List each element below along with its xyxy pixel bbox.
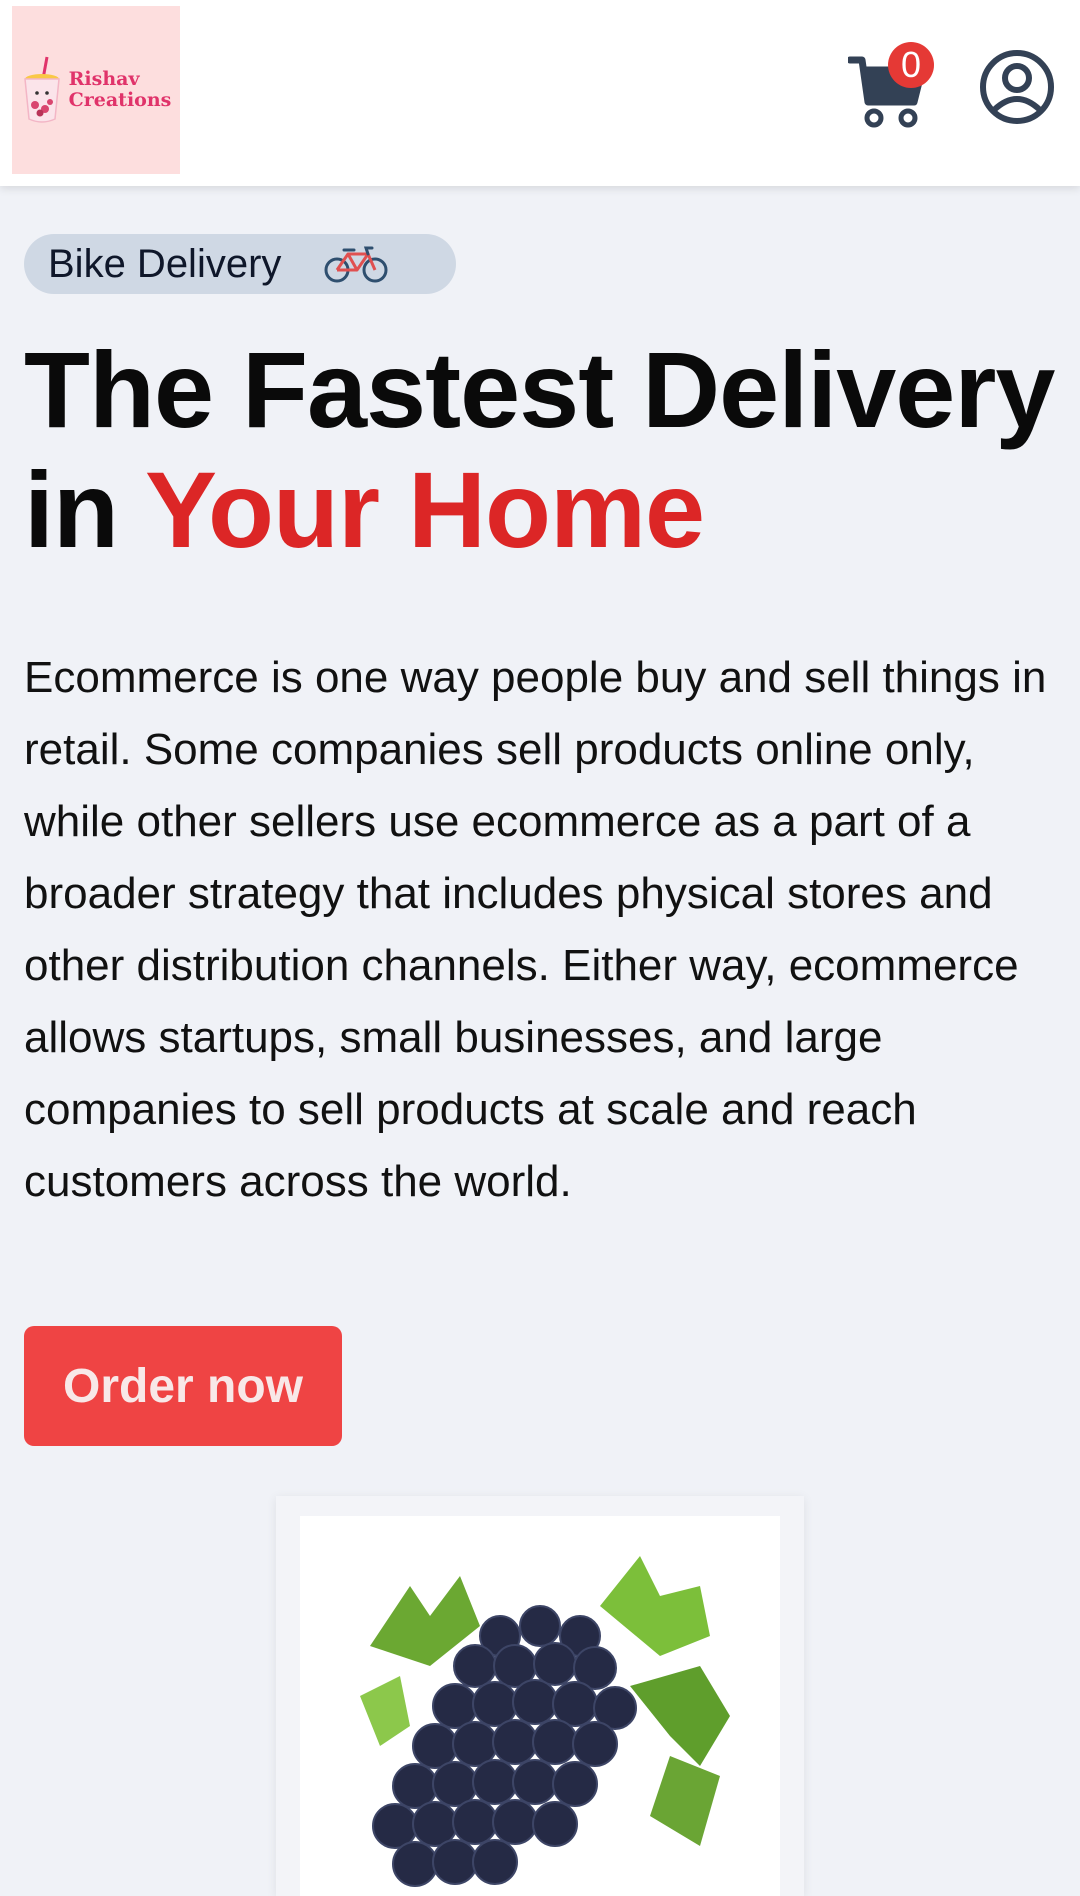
hero-title: The Fastest Delivery in Your Home bbox=[24, 330, 1064, 570]
bubble-tea-cup-icon bbox=[23, 56, 60, 123]
product-image bbox=[300, 1516, 780, 1896]
order-now-button[interactable]: Order now bbox=[24, 1326, 342, 1446]
brand-logo[interactable]: Rishav Creations bbox=[12, 6, 180, 174]
product-card[interactable] bbox=[276, 1496, 804, 1896]
top-header: Rishav Creations 0 bbox=[0, 0, 1080, 186]
delivery-badge-label: Bike Delivery bbox=[48, 241, 282, 286]
user-circle-icon bbox=[980, 50, 1054, 124]
hero-title-accent: Your Home bbox=[145, 449, 705, 570]
cart-button[interactable]: 0 bbox=[848, 42, 940, 130]
cart-count-badge: 0 bbox=[888, 42, 934, 88]
brand-name-line1: Rishav bbox=[68, 68, 140, 90]
delivery-badge: Bike Delivery bbox=[24, 234, 456, 294]
brand-name-line2: Creations bbox=[68, 89, 172, 111]
brand-name: Rishav Creations bbox=[69, 69, 172, 111]
profile-button[interactable] bbox=[978, 48, 1056, 126]
grapes-image bbox=[360, 1556, 730, 1887]
hero-description: Ecommerce is one way people buy and sell… bbox=[24, 653, 1047, 1206]
bicycle-icon bbox=[324, 246, 388, 283]
